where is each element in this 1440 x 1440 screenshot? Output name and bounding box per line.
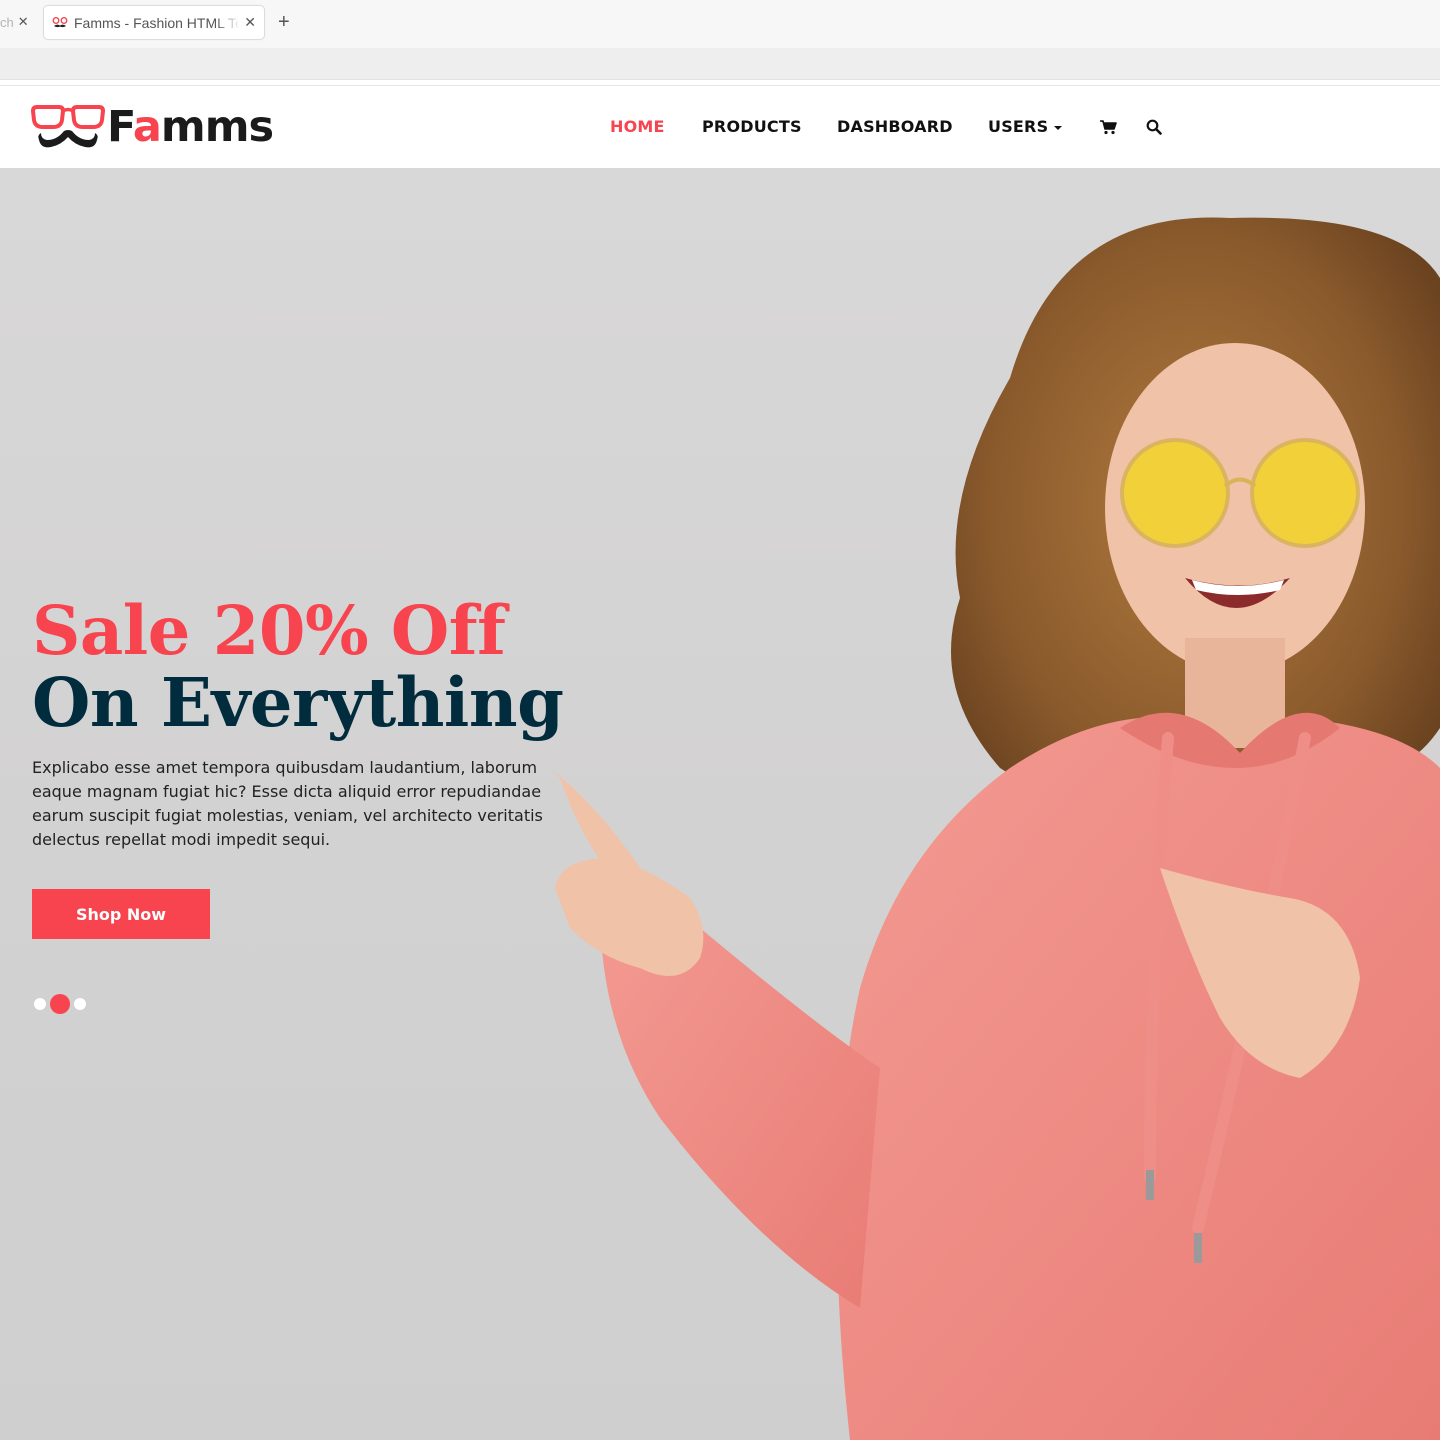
search-button[interactable]	[1144, 117, 1164, 137]
slider-dot-3[interactable]	[74, 998, 86, 1010]
slider-dot-1[interactable]	[34, 998, 46, 1010]
address-bar[interactable]	[0, 48, 1440, 80]
browser-tab-strip: ch ✕ Famms - Fashion HTML Template ✕ +	[0, 0, 1440, 48]
close-icon[interactable]: ✕	[18, 14, 29, 30]
cart-icon	[1100, 120, 1117, 135]
logo[interactable]: Famms	[31, 102, 274, 152]
nav-users[interactable]: USERS	[988, 117, 1063, 136]
hero-description: Explicabo esse amet tempora quibusdam la…	[32, 758, 543, 849]
search-icon	[1146, 119, 1162, 135]
site-header: Famms HOME PRODUCTS DASHBOARD USERS	[0, 85, 1440, 168]
previous-tab-title: ch	[0, 14, 14, 30]
nav-home[interactable]: HOME	[610, 117, 665, 136]
chevron-down-icon	[1054, 125, 1063, 130]
logo-text-prefix: F	[107, 101, 134, 152]
favicon-icon	[52, 16, 68, 27]
logo-text-accent: a	[132, 101, 162, 152]
hero-title-subtitle: On Everything	[32, 663, 564, 742]
active-tab[interactable]: Famms - Fashion HTML Template ✕	[43, 5, 265, 40]
logo-text: Famms	[107, 105, 274, 149]
hero-copy: Sale 20% Off On Everything Explicabo ess…	[32, 596, 572, 852]
nav-dashboard[interactable]: DASHBOARD	[837, 117, 953, 136]
nav-products[interactable]: PRODUCTS	[702, 117, 802, 136]
nav-users-label: USERS	[988, 117, 1049, 136]
glasses-mustache-logo-icon	[31, 105, 105, 148]
slider-dot-2[interactable]	[50, 994, 70, 1014]
new-tab-button[interactable]: +	[278, 10, 290, 34]
cart-button[interactable]	[1098, 117, 1118, 137]
tab-title: Famms - Fashion HTML Template	[74, 14, 241, 31]
hero-slider: Sale 20% Off On Everything Explicabo ess…	[0, 168, 1440, 1440]
hero-title-sale: Sale 20% Off	[32, 591, 506, 670]
previous-tab[interactable]: ch ✕	[0, 8, 40, 36]
logo-text-suffix: mms	[160, 101, 274, 152]
slider-dots	[34, 994, 86, 1014]
close-icon[interactable]: ✕	[244, 14, 256, 31]
shop-now-button[interactable]: Shop Now	[32, 889, 210, 939]
